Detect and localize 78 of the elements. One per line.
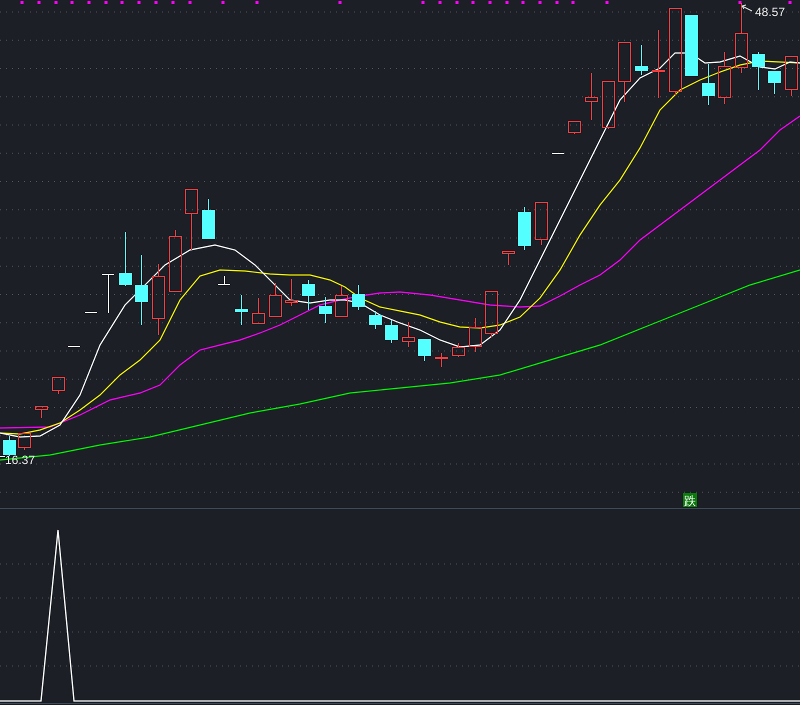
signal-marker xyxy=(120,1,124,4)
candlestick xyxy=(369,310,382,330)
candlestick xyxy=(68,346,80,347)
signal-marker xyxy=(522,1,524,4)
signal-marker xyxy=(438,1,442,4)
candlestick xyxy=(485,291,498,338)
candlestick xyxy=(235,294,248,326)
signal-marker xyxy=(54,1,58,4)
candlestick xyxy=(119,232,132,286)
candlestick xyxy=(502,251,515,266)
candlestick xyxy=(252,298,265,324)
candlestick xyxy=(335,286,348,317)
candlestick xyxy=(285,278,298,306)
candlestick xyxy=(352,284,365,310)
signal-marker xyxy=(138,1,140,4)
candlestick xyxy=(635,44,648,76)
signal-marker xyxy=(154,1,158,4)
signal-marker xyxy=(104,1,108,4)
candlestick xyxy=(535,202,548,246)
candlestick xyxy=(102,274,114,314)
signal-marker xyxy=(222,1,224,4)
signal-marker xyxy=(556,1,558,4)
candlestick xyxy=(785,56,798,96)
candlestick xyxy=(385,320,398,344)
candlestick xyxy=(135,254,148,326)
signal-marker xyxy=(70,1,74,4)
candlestick xyxy=(735,2,748,74)
signal-marker xyxy=(738,1,742,4)
signal-marker xyxy=(20,1,24,4)
candlestick xyxy=(518,206,531,250)
candlestick xyxy=(18,433,31,450)
candlestick xyxy=(552,153,564,154)
candlestick xyxy=(718,52,731,104)
signal-marker xyxy=(538,1,542,4)
candlestick xyxy=(402,322,415,348)
signal-marker xyxy=(488,1,492,4)
signal-marker xyxy=(172,1,174,4)
signal-marker xyxy=(472,1,474,4)
candlestick xyxy=(469,318,482,352)
signal-marker xyxy=(572,1,574,4)
high-price-label: 48.57 xyxy=(755,5,786,19)
leader-line xyxy=(0,456,6,457)
arrow-icon xyxy=(742,4,752,12)
signal-marker xyxy=(338,1,342,4)
candlestick xyxy=(52,377,65,394)
candlestick xyxy=(618,42,631,102)
candlestick xyxy=(452,342,465,358)
signal-marker xyxy=(38,1,40,4)
candlestick xyxy=(302,280,315,310)
candlestick xyxy=(3,436,16,456)
candlestick xyxy=(752,52,765,90)
signal-marker xyxy=(422,1,424,4)
candlestick xyxy=(169,230,182,292)
candlestick xyxy=(602,81,615,130)
candlestick xyxy=(218,276,230,286)
signal-marker xyxy=(606,1,608,4)
signal-marker xyxy=(506,1,508,4)
candlestick xyxy=(269,282,282,317)
signal-marker xyxy=(788,1,792,4)
candlestick xyxy=(202,198,215,239)
signal-marker xyxy=(88,1,90,4)
candlestick xyxy=(319,296,332,324)
candlestick xyxy=(652,30,665,98)
candlestick xyxy=(418,339,431,362)
candlestick xyxy=(35,406,48,418)
signal-marker xyxy=(188,1,192,4)
candlestick xyxy=(435,352,448,368)
candlestick xyxy=(585,72,598,120)
candlestick xyxy=(568,121,581,134)
candlestick xyxy=(84,312,98,313)
signal-marker xyxy=(456,1,458,4)
signal-tag: 跌 xyxy=(683,493,697,508)
candlestick xyxy=(685,15,698,76)
candlestick xyxy=(152,264,165,336)
candlestick xyxy=(768,71,781,94)
candlestick xyxy=(702,64,715,106)
candlestick xyxy=(185,189,198,250)
signal-marker xyxy=(256,1,258,4)
